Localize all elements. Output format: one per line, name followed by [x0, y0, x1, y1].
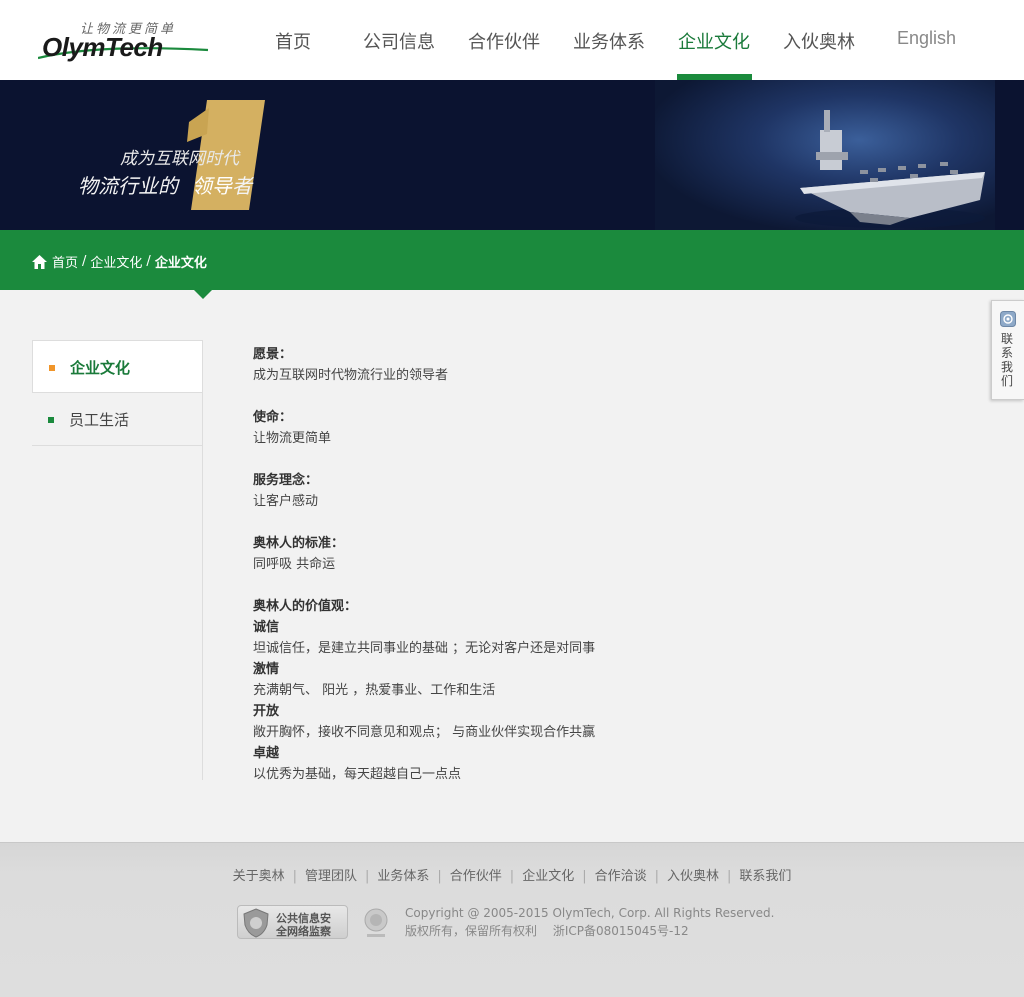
- footer-link-cooperation[interactable]: 合作洽谈: [595, 869, 647, 884]
- standard-heading: 奥林人的标准：: [253, 536, 345, 551]
- value-excellence-text: 以优秀为基础，每天超越自己一点点: [253, 767, 462, 782]
- value-passion-text: 充满朝气、 阳光 ，热爱事业、工作和生活: [253, 683, 496, 698]
- sidebar-item-label: 员工生活: [69, 411, 130, 429]
- footer-divider: |: [364, 869, 370, 884]
- copyright-text: Copyright @ 2005-2015 OlymTech, Corp. Al…: [405, 906, 775, 920]
- home-icon: [32, 254, 47, 269]
- value-integrity-title: 诚信: [253, 620, 280, 635]
- aircraft-carrier-image: [795, 110, 985, 228]
- standard-text: 同呼吸 共命运: [253, 557, 336, 572]
- nav-business-system[interactable]: 业务体系: [573, 28, 645, 54]
- contact-icon: [1000, 311, 1016, 327]
- logo-wordmark: OlymTech: [42, 32, 163, 63]
- footer-link-culture[interactable]: 企业文化: [522, 869, 574, 884]
- footer-divider: |: [292, 869, 297, 884]
- footer-divider: |: [509, 869, 515, 884]
- site-footer: 关于奥林 | 管理团队 | 业务体系 | 合作伙伴 | 企业文化 | 合作洽谈 | 入伙奥林 | 联系我们 …: [0, 842, 1024, 997]
- shield-icon: [243, 908, 269, 938]
- badge-line-2: 全网络监察: [276, 925, 331, 938]
- breadcrumb-pointer: [194, 290, 212, 299]
- contact-us-label: 联系我们: [1001, 332, 1014, 388]
- breadcrumb-home[interactable]: 首页: [52, 252, 78, 271]
- icp-text[interactable]: 版权所有，保留所有权利 浙ICP备08015045号-12: [405, 922, 775, 940]
- value-passion-title: 激情: [253, 662, 280, 677]
- banner-line-2: 物流行业的 领导者: [78, 170, 252, 199]
- security-badge[interactable]: 公共信息安 全网络监察: [237, 905, 348, 939]
- breadcrumb-section[interactable]: 企业文化: [90, 252, 142, 271]
- nav-home[interactable]: 首页: [275, 28, 311, 54]
- nav-corporate-culture[interactable]: 企业文化: [678, 28, 750, 54]
- hero-banner: 成为互联网时代 物流行业的 领导者: [0, 80, 1024, 230]
- breadcrumb-bar: 首页 / 企业文化 / 企业文化: [0, 230, 1024, 290]
- footer-divider: |: [582, 869, 587, 884]
- breadcrumb-separator: /: [146, 254, 151, 269]
- footer-link-business[interactable]: 业务体系: [377, 869, 429, 884]
- value-openness-text: 敞开胸怀，接收不同意见和观点； 与商业伙伴实现合作共赢: [253, 725, 596, 740]
- banner-line-1: 成为互联网时代: [120, 149, 239, 169]
- banner-line-2b: 领导: [192, 174, 232, 198]
- footer-divider: |: [727, 869, 732, 884]
- nav-company-info[interactable]: 公司信息: [363, 28, 435, 54]
- emblem-icon[interactable]: [363, 907, 389, 939]
- footer-link-contact[interactable]: 联系我们: [739, 869, 791, 884]
- sidebar-item-label: 企业文化: [70, 359, 131, 377]
- copyright-block: Copyright @ 2005-2015 OlymTech, Corp. Al…: [405, 904, 775, 940]
- banner-line-2c: 者: [232, 174, 252, 198]
- vision-heading: 愿景：: [253, 347, 293, 362]
- value-excellence-title: 卓越: [253, 746, 280, 761]
- logo-wordmark-post: ech: [119, 32, 163, 62]
- bullet-icon: [49, 365, 55, 371]
- values-heading: 奥林人的价值观：: [253, 599, 358, 614]
- footer-links: 关于奥林 | 管理团队 | 业务体系 | 合作伙伴 | 企业文化 | 合作洽谈 | 入伙奥林 | 联系我们: [0, 865, 1024, 884]
- footer-link-partners[interactable]: 合作伙伴: [450, 869, 502, 884]
- nav-english[interactable]: English: [897, 28, 956, 49]
- breadcrumb-current: 企业文化: [154, 256, 207, 271]
- nav-join[interactable]: 入伙奥林: [783, 28, 855, 54]
- breadcrumb: 首页 / 企业文化 / 企业文化: [32, 252, 207, 271]
- logo-wordmark-pre: Olym: [42, 32, 106, 62]
- breadcrumb-separator: /: [82, 254, 87, 269]
- sidebar: 企业文化 员工生活: [32, 340, 203, 780]
- sidebar-item-employee-life[interactable]: 员工生活: [32, 393, 202, 446]
- bullet-icon: [48, 417, 54, 423]
- value-openness-title: 开放: [253, 704, 280, 719]
- vision-text: 成为互联网时代物流行业的领导者: [253, 368, 449, 383]
- contact-us-tab[interactable]: 联系我们: [991, 300, 1024, 400]
- nav-partners[interactable]: 合作伙伴: [468, 28, 540, 54]
- olymtech-logo[interactable]: 让物流更简单 OlymTech: [38, 18, 213, 66]
- mission-text: 让物流更简单: [253, 431, 332, 446]
- service-heading: 服务理念：: [253, 473, 319, 488]
- site-header: 让物流更简单 OlymTech 首页 公司信息 合作伙伴 业务体系 企业文化 入…: [0, 0, 1024, 80]
- footer-divider: |: [437, 869, 442, 884]
- value-integrity-text: 坦诚信任，是建立共同事业的基础 ；无论对客户还是对同事: [253, 641, 596, 656]
- logo-wordmark-t: T: [105, 32, 120, 62]
- mission-heading: 使命：: [253, 410, 293, 425]
- sidebar-item-corporate-culture[interactable]: 企业文化: [32, 340, 202, 393]
- footer-link-team[interactable]: 管理团队: [305, 869, 357, 884]
- banner-line-2a: 物流行业的: [78, 174, 178, 198]
- footer-link-join[interactable]: 入伙奥林: [667, 869, 719, 884]
- service-text: 让客户感动: [253, 494, 319, 509]
- footer-link-about[interactable]: 关于奥林: [233, 869, 285, 884]
- footer-divider: |: [654, 869, 659, 884]
